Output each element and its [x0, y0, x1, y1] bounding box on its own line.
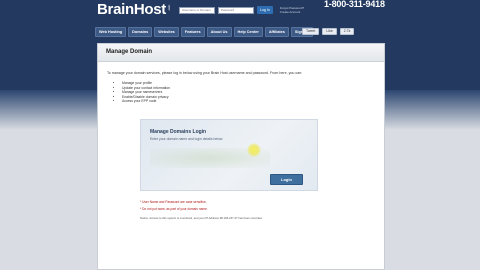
brainhost-logo[interactable]: BrainHost .com [97, 1, 171, 18]
main-nav: Web Hosting Domains Websites Features Ab… [95, 27, 314, 37]
nav-item-web-hosting[interactable]: Web Hosting [95, 27, 127, 37]
list-item: Access your EPP code [122, 99, 170, 104]
login-button[interactable]: Login [270, 174, 303, 185]
logo-suffix: .com [166, 5, 171, 11]
header-login-button[interactable]: Log In [257, 6, 273, 14]
no-www-note: * Do not put www. as part of your domain… [140, 207, 208, 211]
manage-domain-panel: Manage Domain To manage your domain serv… [97, 43, 385, 270]
page-title: Manage Domain [106, 49, 153, 55]
feature-list: Manage your profile Update your contact … [122, 81, 170, 104]
login-card-subtitle: Enter your domain name and login details… [150, 137, 224, 141]
case-sensitive-note: * User Name and Password are case sensit… [140, 200, 207, 204]
username-input[interactable] [179, 6, 215, 14]
nav-item-help-center[interactable]: Help Center [233, 27, 263, 37]
social-buttons: Tweet Like 2.7k [302, 28, 355, 35]
header-login-bar: Log In Forgot Password? Create Account [179, 6, 304, 14]
phone-number: 1-800-311-9418 [324, 0, 385, 9]
like-button[interactable]: Like [322, 28, 337, 35]
header-account-links: Forgot Password? Create Account [280, 6, 304, 14]
cursor-highlight [247, 143, 261, 157]
nav-item-domains[interactable]: Domains [128, 27, 153, 37]
nav-item-about-us[interactable]: About Us [206, 27, 232, 37]
password-input[interactable] [218, 6, 254, 14]
nav-item-features[interactable]: Features [180, 27, 205, 37]
intro-text: To manage your domain services, please l… [107, 71, 303, 75]
like-count: 2.7k [339, 28, 355, 35]
logo-text: BrainHost [97, 1, 166, 18]
nav-item-websites[interactable]: Websites [154, 27, 179, 37]
login-card-title: Manage Domains Login [150, 129, 207, 135]
create-account-link[interactable]: Create Account [280, 10, 304, 14]
nav-item-affiliates[interactable]: Affiliates [264, 27, 289, 37]
tweet-button[interactable]: Tweet [302, 28, 320, 35]
login-card: Manage Domains Login Enter your domain n… [140, 119, 318, 191]
monitoring-notice: Notice: Access to this system is monitor… [140, 216, 263, 220]
